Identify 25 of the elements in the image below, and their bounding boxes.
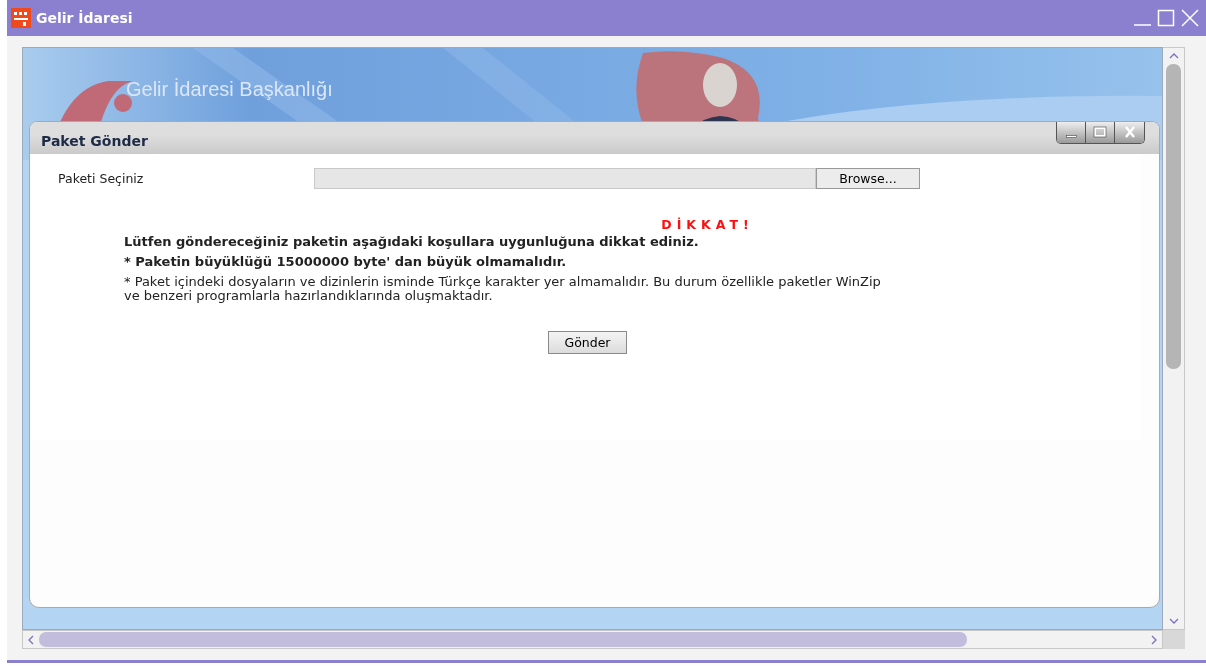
warning-title: DİKKAT!	[660, 217, 755, 232]
file-path-field[interactable]	[314, 168, 816, 189]
close-button[interactable]	[1180, 7, 1200, 29]
warning-text: Lütfen göndereceğiniz paketin aşağıdaki koşullara uygunluğuna dikkat ediniz.	[124, 235, 700, 249]
warning-text: * Paket içindeki dosyaların ve dizinlerin isminde Türkçe karakter yer almamalıdır. Bu durum özellikle paketler WinZip ve benzeri programlarla hazırlandıklarında oluşmaktadır.	[124, 275, 882, 303]
window-title: Gelir İdaresi	[36, 10, 133, 26]
dialog-title: Paket Gönder	[41, 132, 148, 149]
minimize-icon	[1065, 134, 1077, 138]
maximize-button[interactable]	[1086, 122, 1115, 143]
app-icon	[11, 8, 31, 28]
minimize-button[interactable]	[1057, 122, 1086, 143]
submit-button[interactable]: Gönder	[548, 331, 627, 354]
horizontal-scrollbar[interactable]	[22, 630, 1163, 649]
maximize-icon	[1157, 9, 1175, 27]
field-label: Paketi Seçiniz	[57, 171, 145, 186]
maximize-button[interactable]	[1156, 7, 1176, 29]
banner-heading: Gelir İdaresi Başkanlığı	[126, 78, 333, 101]
maximize-icon	[1093, 126, 1107, 138]
scrollbar-corner	[1163, 630, 1185, 649]
browse-button[interactable]: Browse...	[816, 168, 920, 189]
close-icon	[1122, 126, 1137, 138]
vertical-scrollbar[interactable]	[1163, 47, 1185, 630]
warning-text: * Paketin büyüklüğü 15000000 byte' dan büyük olmamalıdır.	[124, 255, 568, 269]
close-icon	[1181, 9, 1199, 27]
minimize-icon	[1133, 24, 1151, 26]
